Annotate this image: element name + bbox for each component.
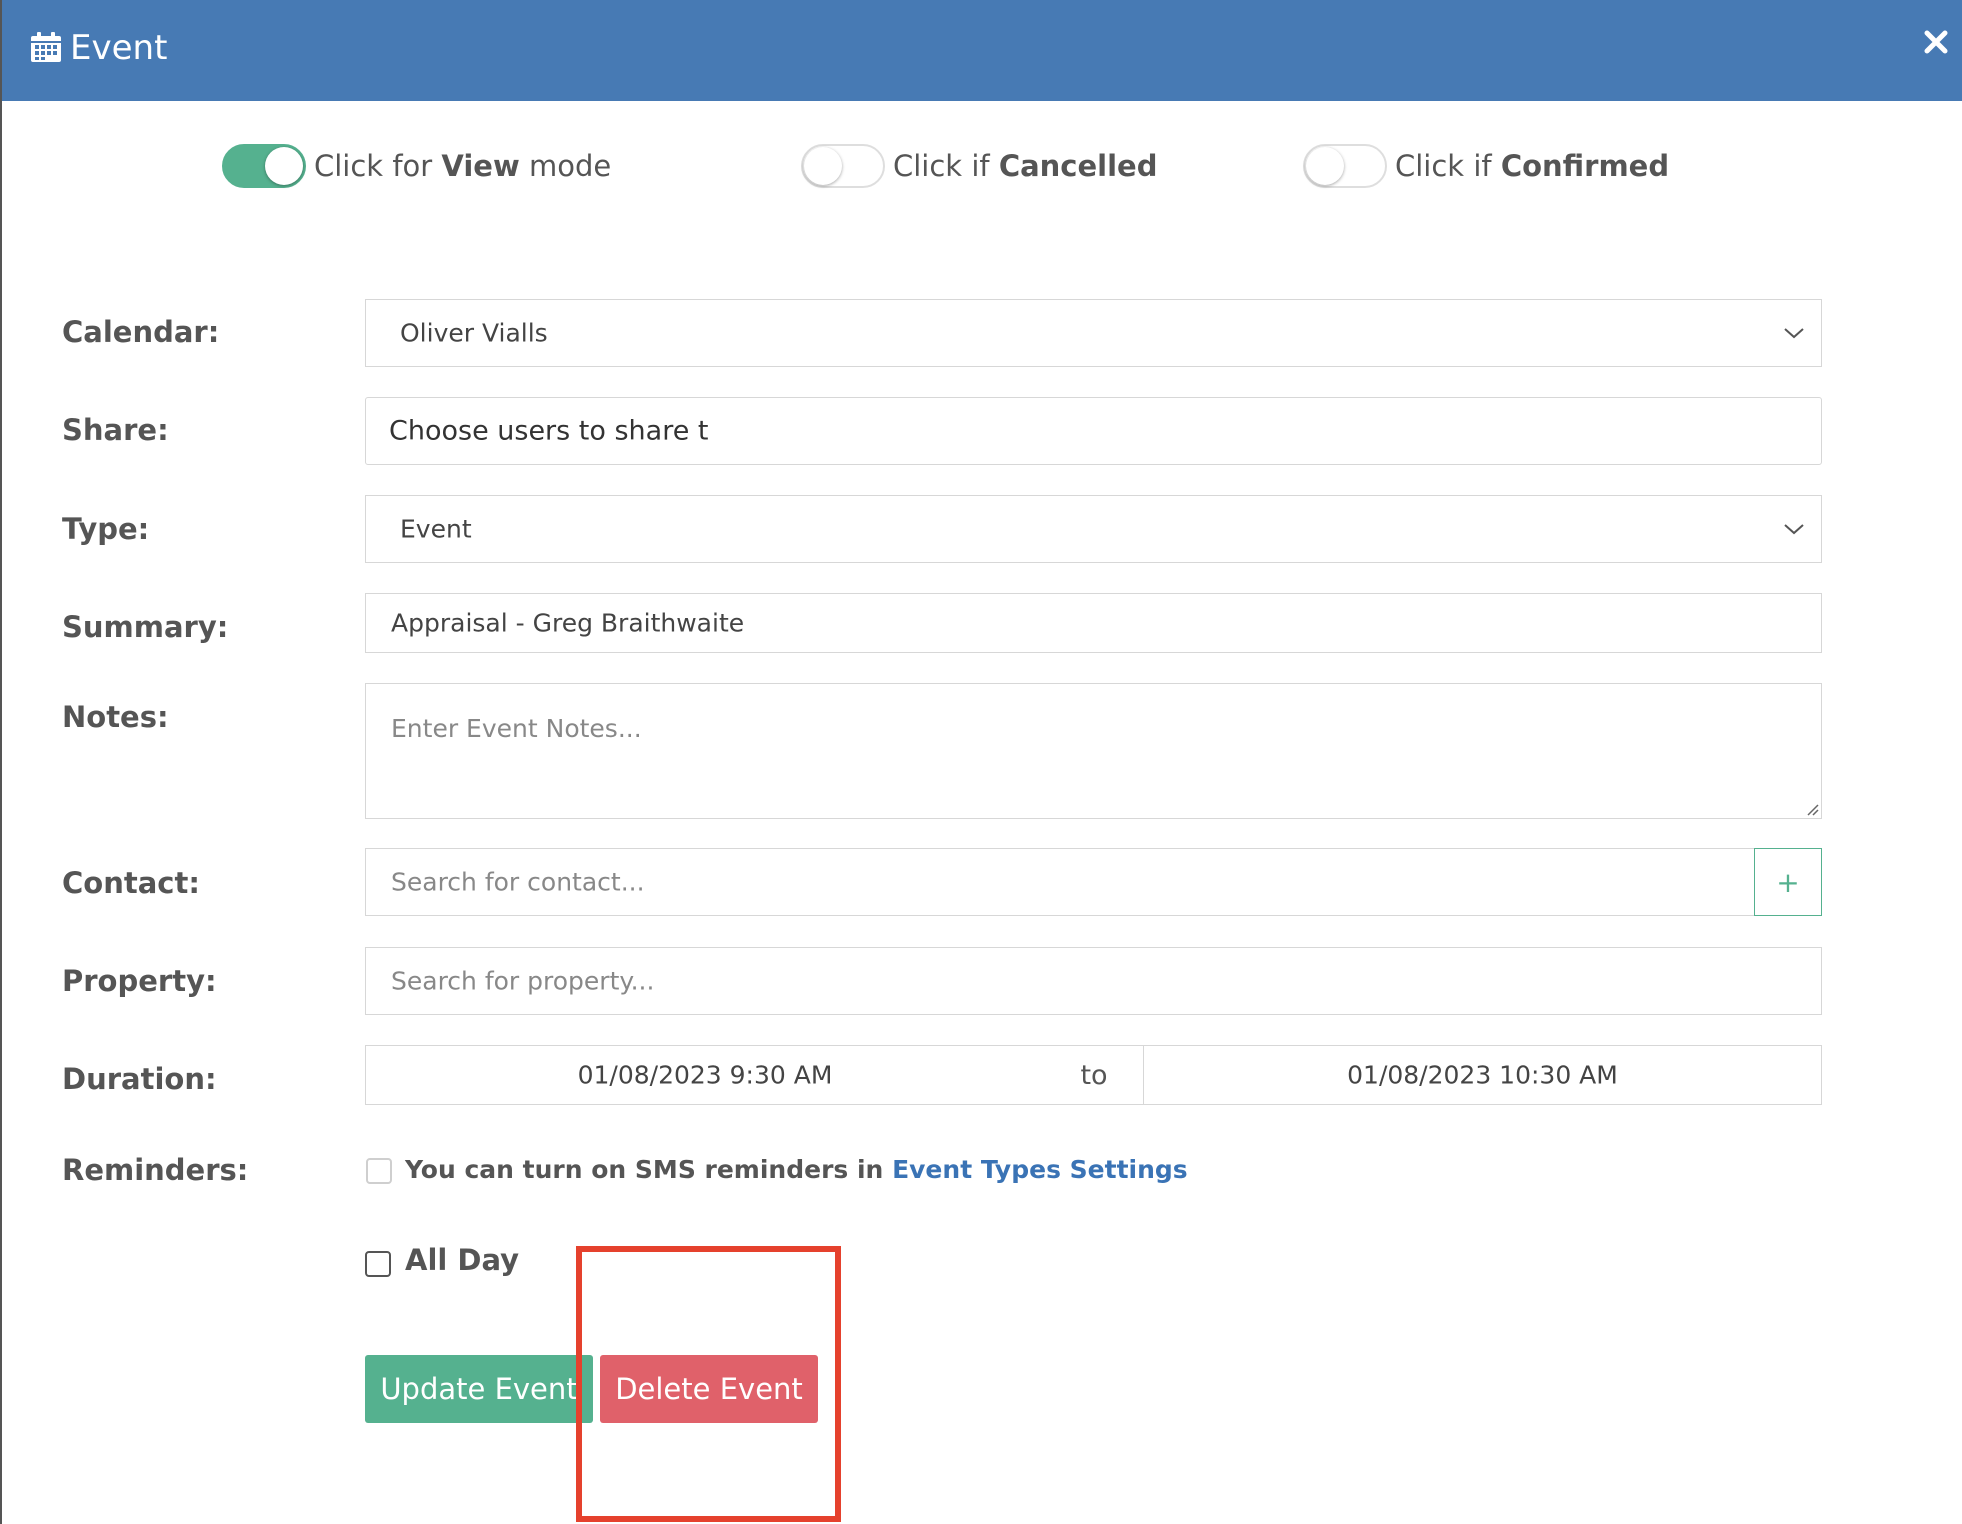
calendar-icon <box>31 32 61 62</box>
reminder-message: You can turn on SMS reminders in <box>405 1155 893 1184</box>
switch-knob <box>265 147 303 185</box>
notes-label: Notes: <box>62 700 169 734</box>
calendar-value: Oliver Vialls <box>400 318 548 348</box>
reminders-label: Reminders: <box>62 1153 249 1187</box>
event-types-settings-link[interactable]: Event Types Settings <box>892 1155 1188 1184</box>
resize-handle-icon[interactable] <box>1803 800 1819 816</box>
property-label: Property: <box>62 964 217 998</box>
switch-knob <box>804 147 842 185</box>
view-mode-label: Click for View mode <box>314 149 612 183</box>
view-mode-toggle-group: Click for View mode <box>222 143 611 189</box>
summary-value: Appraisal - Greg Braithwaite <box>391 608 745 638</box>
property-placeholder: Search for property... <box>391 966 655 996</box>
type-label: Type: <box>62 512 150 546</box>
switch-knob <box>1306 147 1344 185</box>
summary-input[interactable]: Appraisal - Greg Braithwaite <box>365 593 1822 653</box>
all-day-label: All Day <box>405 1243 520 1277</box>
contact-label: Contact: <box>62 866 200 900</box>
cancelled-toggle-group: Click if Cancelled <box>801 143 1157 189</box>
duration-label: Duration: <box>62 1062 217 1096</box>
add-contact-button[interactable]: + <box>1754 848 1822 916</box>
contact-placeholder: Search for contact... <box>391 867 645 897</box>
share-input[interactable]: Choose users to share t <box>365 397 1822 465</box>
summary-label: Summary: <box>62 610 229 644</box>
chevron-down-icon <box>1784 328 1804 339</box>
duration-separator: to <box>1044 1045 1144 1105</box>
view-mode-switch[interactable] <box>222 144 306 188</box>
share-label: Share: <box>62 413 169 447</box>
duration-start-value: 01/08/2023 9:30 AM <box>577 1060 833 1090</box>
chevron-down-icon <box>1784 524 1804 535</box>
all-day-checkbox[interactable] <box>365 1251 391 1277</box>
cancelled-switch[interactable] <box>801 144 885 188</box>
update-event-button[interactable]: Update Event <box>365 1355 593 1423</box>
notes-textarea[interactable]: Enter Event Notes... <box>365 683 1822 819</box>
delete-event-button[interactable]: Delete Event <box>600 1355 818 1423</box>
window-edge <box>0 0 2 1524</box>
property-search-input[interactable]: Search for property... <box>365 947 1822 1015</box>
confirmed-label: Click if Confirmed <box>1395 149 1670 183</box>
share-value: Choose users to share t <box>389 415 709 447</box>
modal-title: Event <box>70 28 168 68</box>
close-icon[interactable] <box>1922 28 1950 56</box>
confirmed-toggle-group: Click if Confirmed <box>1303 143 1669 189</box>
confirmed-switch[interactable] <box>1303 144 1387 188</box>
type-select[interactable]: Event <box>365 495 1822 563</box>
sms-reminder-checkbox[interactable] <box>366 1158 392 1184</box>
cancelled-label: Click if Cancelled <box>893 149 1158 183</box>
reminder-text: You can turn on SMS reminders in Event T… <box>405 1155 1188 1184</box>
notes-placeholder: Enter Event Notes... <box>391 714 642 743</box>
calendar-label: Calendar: <box>62 315 220 349</box>
calendar-select[interactable]: Oliver Vialls <box>365 299 1822 367</box>
modal-header: Event <box>2 0 1962 101</box>
type-value: Event <box>400 514 472 544</box>
contact-search-input[interactable]: Search for contact... <box>365 848 1755 916</box>
duration-start-input[interactable]: 01/08/2023 9:30 AM <box>365 1045 1045 1105</box>
duration-end-input[interactable]: 01/08/2023 10:30 AM <box>1143 1045 1822 1105</box>
duration-end-value: 01/08/2023 10:30 AM <box>1347 1060 1618 1090</box>
